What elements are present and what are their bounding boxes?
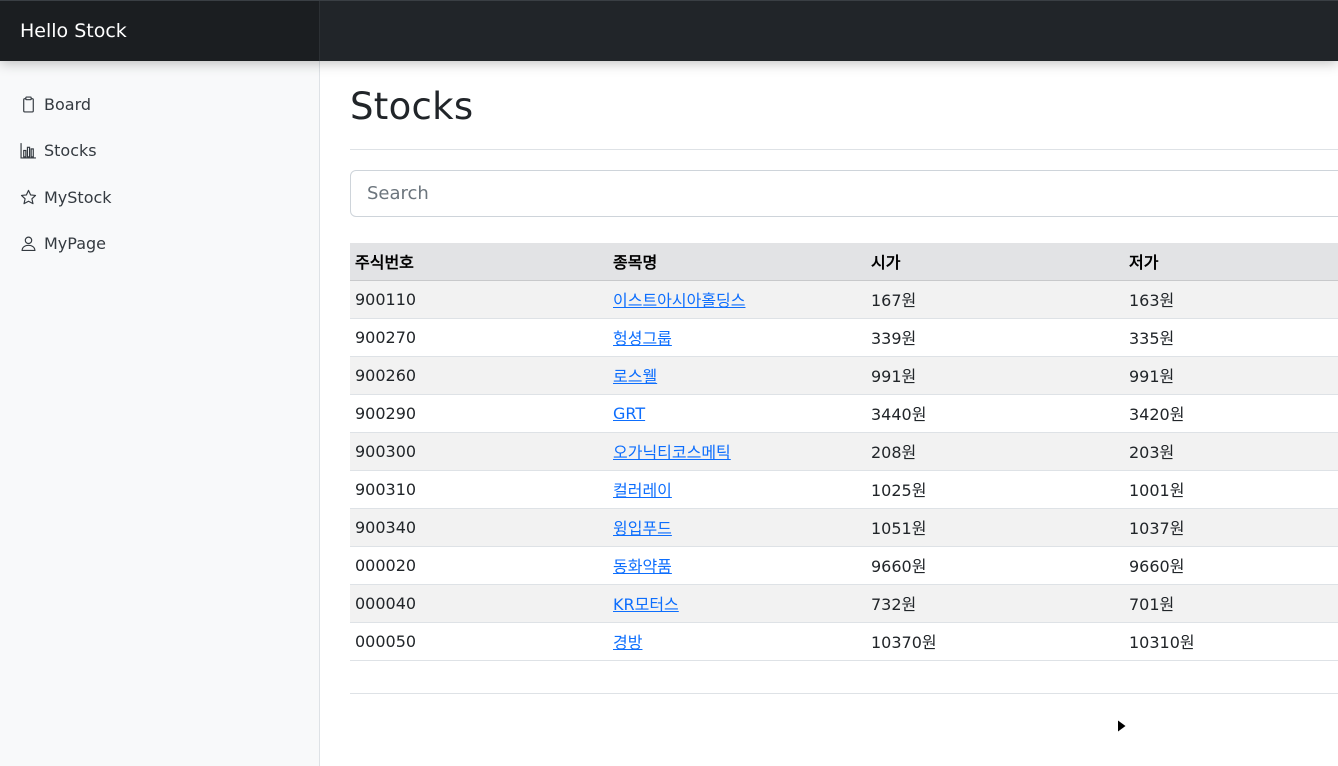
app-brand[interactable]: Hello Stock [0, 1, 320, 61]
table-row: 900310 컬러레이 1025원 1001원 [350, 470, 1338, 509]
search-input[interactable] [350, 170, 1338, 217]
stocks-table: 주식번호 종목명 시가 저가 900110 이스트아시아홀딩스 167원 163원 90… [350, 243, 1338, 661]
sidebar-item-mystock[interactable]: MyStock [20, 185, 112, 209]
stock-name-link[interactable]: GRT [613, 404, 645, 423]
stock-code-cell: 900310 [350, 470, 608, 509]
bar-chart-icon [20, 142, 36, 159]
stock-name-cell: 헝셩그룹 [608, 318, 866, 357]
low-price-cell: 163원 [1124, 280, 1338, 319]
table-row: 000050 경방 10370원 10310원 [350, 622, 1338, 661]
stock-code-cell: 900260 [350, 356, 608, 395]
stock-name-cell: 윙입푸드 [608, 508, 866, 547]
low-price-cell: 991원 [1124, 356, 1338, 395]
open-price-cell: 10370원 [866, 622, 1124, 661]
column-header-name[interactable]: 종목명 [608, 243, 866, 281]
stock-name-cell: 로스웰 [608, 356, 866, 395]
low-price-cell: 335원 [1124, 318, 1338, 357]
low-price-cell: 1001원 [1124, 470, 1338, 509]
stock-name-link[interactable]: KR모터스 [613, 595, 679, 614]
column-header-low[interactable]: 저가 [1124, 243, 1338, 281]
sidebar-item-stocks[interactable]: Stocks [20, 138, 97, 162]
top-navbar: Hello Stock [0, 0, 1338, 61]
table-header-row: 주식번호 종목명 시가 저가 [350, 243, 1338, 281]
stock-code-cell: 000050 [350, 622, 608, 661]
star-icon [20, 189, 37, 204]
table-row: 900340 윙입푸드 1051원 1037원 [350, 508, 1338, 547]
sidebar-item-label: MyPage [44, 233, 107, 253]
title-divider [350, 149, 1338, 150]
page-title: Stocks [350, 85, 474, 128]
table-row: 900290 GRT 3440원 3420원 [350, 394, 1338, 433]
pagination-divider [350, 693, 1338, 694]
table-row: 000020 동화약품 9660원 9660원 [350, 546, 1338, 585]
open-price-cell: 167원 [866, 280, 1124, 319]
stock-name-link[interactable]: 동화약품 [613, 557, 672, 576]
main-content: Stocks 주식번호 종목명 시가 저가 900110 이스트아시아홀딩스 167… [350, 61, 1338, 766]
table-row: 000040 KR모터스 732원 701원 [350, 584, 1338, 623]
low-price-cell: 203원 [1124, 432, 1338, 471]
stock-name-cell: 오가닉티코스메틱 [608, 432, 866, 471]
open-price-cell: 1051원 [866, 508, 1124, 547]
low-price-cell: 701원 [1124, 584, 1338, 623]
open-price-cell: 3440원 [866, 394, 1124, 433]
sidebar-item-label: Stocks [44, 140, 97, 160]
stock-name-link[interactable]: 컬러레이 [613, 481, 672, 500]
table-row: 900260 로스웰 991원 991원 [350, 356, 1338, 395]
clipboard-icon [23, 95, 34, 113]
stock-name-link[interactable]: 로스웰 [613, 367, 657, 386]
sidebar-item-board[interactable]: Board [20, 92, 91, 116]
stock-name-link[interactable]: 경방 [613, 633, 642, 652]
open-price-cell: 732원 [866, 584, 1124, 623]
stock-name-cell: KR모터스 [608, 584, 866, 623]
sidebar-item-label: Board [44, 94, 92, 114]
table-row: 900110 이스트아시아홀딩스 167원 163원 [350, 280, 1338, 319]
stock-code-cell: 000020 [350, 546, 608, 585]
stock-name-cell: 경방 [608, 622, 866, 661]
stock-code-cell: 900340 [350, 508, 608, 547]
column-header-open[interactable]: 시가 [866, 243, 1124, 281]
stock-name-link[interactable]: 헝셩그룹 [613, 329, 672, 348]
next-page-button[interactable] [1114, 715, 1128, 737]
stock-code-cell: 900110 [350, 280, 608, 319]
open-price-cell: 339원 [866, 318, 1124, 357]
open-price-cell: 208원 [866, 432, 1124, 471]
stock-code-cell: 900300 [350, 432, 608, 471]
low-price-cell: 9660원 [1124, 546, 1338, 585]
open-price-cell: 991원 [866, 356, 1124, 395]
stock-name-cell: 이스트아시아홀딩스 [608, 280, 866, 319]
sidebar: Board Stocks MyStock MyPage [0, 61, 320, 766]
stock-name-cell: 동화약품 [608, 546, 866, 585]
stock-name-cell: 컬러레이 [608, 470, 866, 509]
sidebar-item-label: MyStock [44, 187, 112, 207]
stock-name-cell: GRT [608, 394, 866, 433]
stock-name-link[interactable]: 이스트아시아홀딩스 [613, 291, 745, 310]
low-price-cell: 3420원 [1124, 394, 1338, 433]
stock-code-cell: 900270 [350, 318, 608, 357]
low-price-cell: 10310원 [1124, 622, 1338, 661]
sidebar-item-mypage[interactable]: MyPage [20, 231, 106, 255]
table-row: 900270 헝셩그룹 339원 335원 [350, 318, 1338, 357]
stock-name-link[interactable]: 윙입푸드 [613, 519, 672, 538]
open-price-cell: 1025원 [866, 470, 1124, 509]
stock-code-cell: 900290 [350, 394, 608, 433]
stock-name-link[interactable]: 오가닉티코스메틱 [613, 443, 731, 462]
stock-code-cell: 000040 [350, 584, 608, 623]
table-row: 900300 오가닉티코스메틱 208원 203원 [350, 432, 1338, 471]
column-header-code[interactable]: 주식번호 [350, 243, 608, 281]
caret-right-icon [1117, 720, 1125, 732]
open-price-cell: 9660원 [866, 546, 1124, 585]
low-price-cell: 1037원 [1124, 508, 1338, 547]
person-icon [21, 236, 36, 251]
